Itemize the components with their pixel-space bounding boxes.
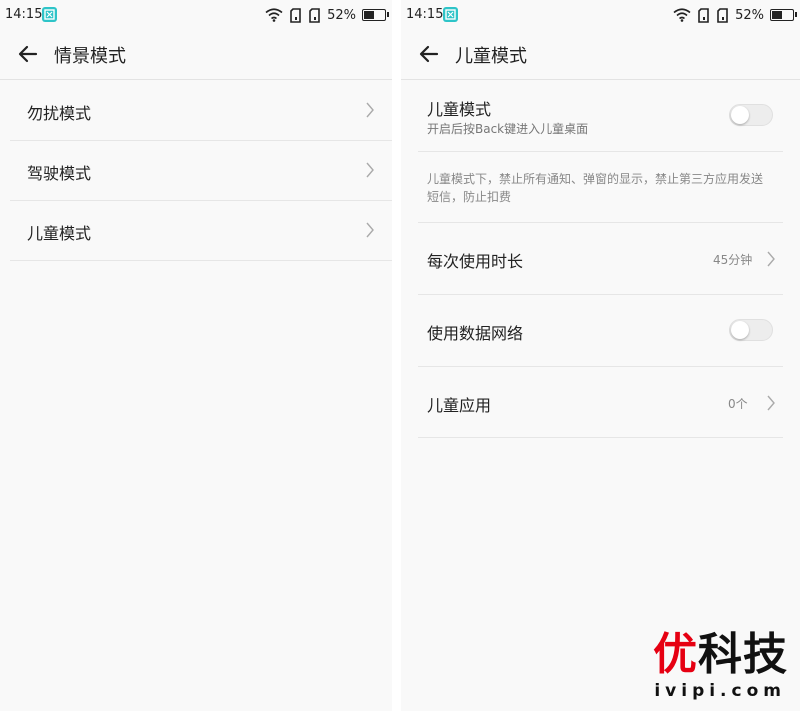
battery-percent: 52% xyxy=(735,7,764,23)
status-time: 14:15 xyxy=(406,7,444,22)
battery-icon xyxy=(770,9,797,21)
sim-card-icon xyxy=(290,7,301,23)
kids-mode-description: 儿童模式下，禁止所有通知、弹窗的显示，禁止第三方应用发送短信，防止扣费 xyxy=(427,172,764,204)
kids-mode-label: 儿童模式 xyxy=(427,100,492,119)
wifi-icon xyxy=(673,8,691,22)
usage-time-setting[interactable]: 每次使用时长 45分钟 xyxy=(418,223,783,295)
kids-mode-screen: 14:15 52% 儿童模式 儿童模式 开启后按Back键进入儿童桌面 儿童模式… xyxy=(401,0,800,711)
page-title: 情景模式 xyxy=(54,46,126,67)
watermark-logo: 优科技 xyxy=(653,631,788,679)
list-item-driving-mode[interactable]: 驾驶模式 xyxy=(10,141,392,201)
mobile-data-setting: 使用数据网络 xyxy=(418,295,783,367)
status-time: 14:15 xyxy=(5,7,43,22)
status-bar: 14:15 52% xyxy=(401,0,800,30)
battery-fill xyxy=(364,11,374,19)
screen-gap xyxy=(392,0,401,711)
notification-app-icon xyxy=(42,7,57,22)
battery-percent: 52% xyxy=(327,7,356,23)
toggle-knob xyxy=(731,106,749,124)
app-bar: 儿童模式 xyxy=(401,30,800,80)
sim-card-2-icon xyxy=(309,7,320,23)
watermark: 优科技 ivipi.com xyxy=(630,631,790,706)
kids-apps-label: 儿童应用 xyxy=(427,396,492,415)
scene-mode-screen: 14:15 52% 情景模式 勿扰模式 驾驶模式 儿童模式 xyxy=(0,0,392,711)
watermark-url: ivipi.com xyxy=(654,681,786,701)
usage-time-value: 45分钟 xyxy=(713,253,753,267)
kids-apps-count: 0个 xyxy=(728,397,748,411)
list-item-kids-mode[interactable]: 儿童模式 xyxy=(10,201,392,261)
battery-fill xyxy=(772,11,782,19)
watermark-logo-rest: 科技 xyxy=(698,629,788,680)
notification-app-icon xyxy=(443,7,458,22)
usage-time-label: 每次使用时长 xyxy=(427,252,524,271)
kids-mode-description-block: 儿童模式下，禁止所有通知、弹窗的显示，禁止第三方应用发送短信，防止扣费 xyxy=(418,152,783,223)
kids-mode-toggle[interactable] xyxy=(729,104,773,126)
kids-mode-setting: 儿童模式 开启后按Back键进入儿童桌面 xyxy=(418,81,783,152)
kids-apps-setting[interactable]: 儿童应用 0个 xyxy=(418,367,783,438)
list-item-label: 儿童模式 xyxy=(27,224,92,243)
mobile-data-toggle[interactable] xyxy=(729,319,773,341)
list-item-label: 驾驶模式 xyxy=(27,164,92,183)
app-bar: 情景模式 xyxy=(0,30,392,80)
status-bar: 14:15 52% xyxy=(0,0,392,30)
list-item-do-not-disturb[interactable]: 勿扰模式 xyxy=(10,81,392,141)
chevron-right-icon xyxy=(767,251,775,267)
wifi-icon xyxy=(265,8,283,22)
sim-card-icon xyxy=(698,7,709,23)
back-arrow-icon[interactable] xyxy=(417,42,441,66)
toggle-knob xyxy=(731,321,749,339)
chevron-right-icon xyxy=(366,222,374,238)
kids-mode-subtitle: 开启后按Back键进入儿童桌面 xyxy=(427,122,589,136)
sim-card-2-icon xyxy=(717,7,728,23)
mobile-data-label: 使用数据网络 xyxy=(427,324,524,343)
watermark-logo-accent: 优 xyxy=(653,629,698,680)
battery-icon xyxy=(362,9,389,21)
list-item-label: 勿扰模式 xyxy=(27,104,92,123)
chevron-right-icon xyxy=(366,162,374,178)
back-arrow-icon[interactable] xyxy=(16,42,40,66)
page-title: 儿童模式 xyxy=(455,46,527,67)
chevron-right-icon xyxy=(767,395,775,411)
chevron-right-icon xyxy=(366,102,374,118)
